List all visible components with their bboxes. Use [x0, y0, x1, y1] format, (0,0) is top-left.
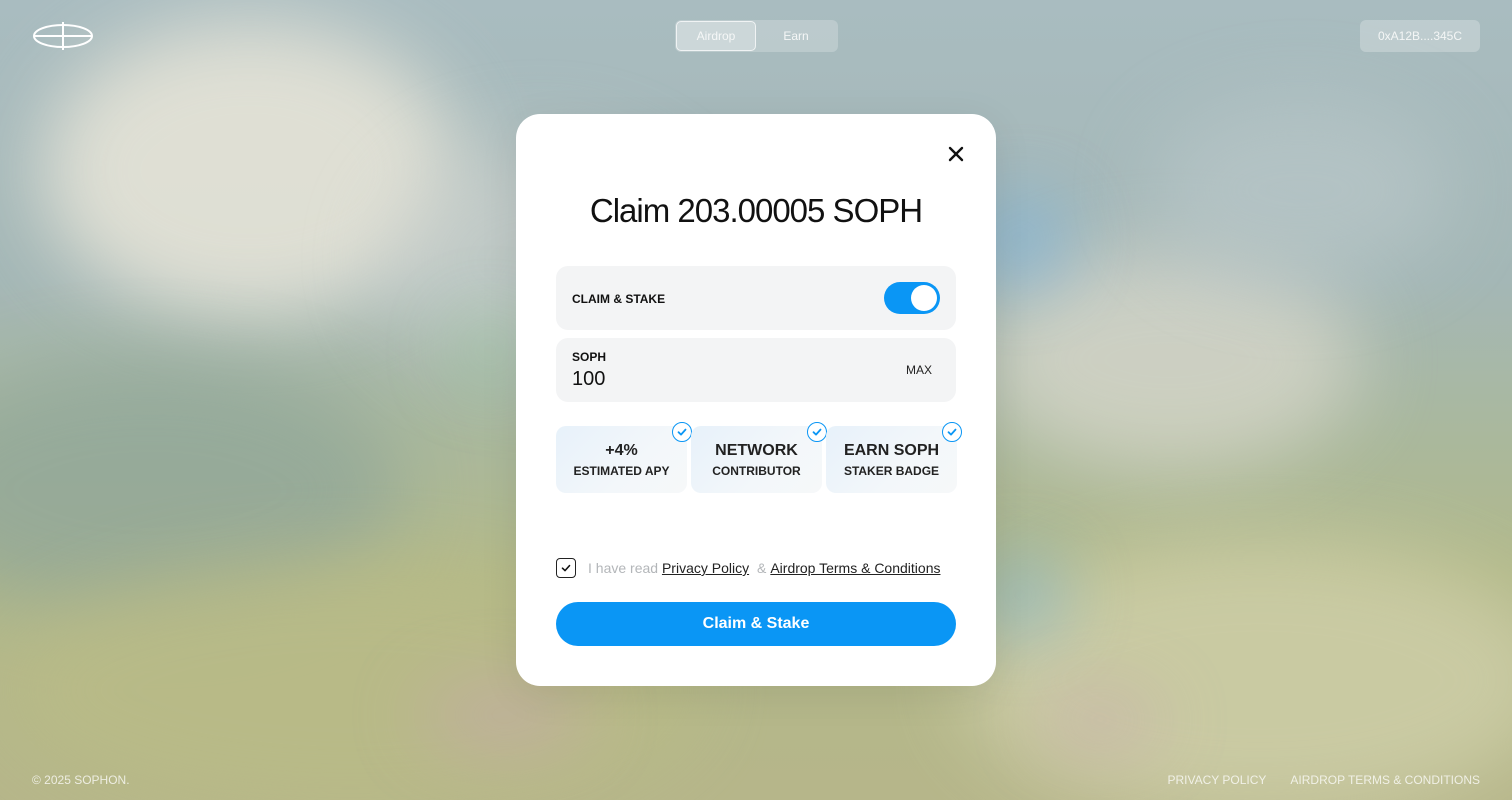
- consent-text: I have read Privacy Policy & Airdrop Term…: [588, 560, 940, 576]
- terms-link[interactable]: Airdrop Terms & Conditions: [770, 560, 940, 576]
- consent-separator: &: [756, 560, 767, 576]
- claim-modal: Claim 203.00005 SOPH CLAIM & STAKE SOPH …: [516, 114, 996, 686]
- copyright: © 2025 SOPHON.: [32, 773, 130, 787]
- tab-earn[interactable]: Earn: [756, 21, 836, 51]
- check-circle-icon: [942, 422, 962, 442]
- claim-stake-label: CLAIM & STAKE: [572, 292, 666, 306]
- footer-terms-link[interactable]: AIRDROP TERMS & CONDITIONS: [1290, 773, 1480, 787]
- toggle-knob: [911, 285, 937, 311]
- amount-token-label: SOPH: [572, 350, 607, 364]
- consent-checkbox[interactable]: [556, 558, 576, 578]
- check-circle-icon: [672, 422, 692, 442]
- consent-prefix: I have read: [588, 560, 659, 576]
- sophon-logo-icon[interactable]: [32, 20, 94, 52]
- amount-row: SOPH 100 MAX: [556, 338, 956, 402]
- benefit-value: NETWORK: [715, 442, 798, 459]
- benefit-value: EARN SOPH: [843, 442, 940, 459]
- benefit-label: ESTIMATED APY: [573, 464, 670, 478]
- modal-title: Claim 203.00005 SOPH: [589, 192, 923, 229]
- main-nav: Airdrop Earn: [675, 20, 838, 52]
- claim-stake-toggle[interactable]: [884, 282, 940, 314]
- benefit-value: +4%: [605, 442, 638, 459]
- wallet-address-button[interactable]: 0xA12B....345C: [1360, 20, 1480, 52]
- max-button[interactable]: MAX: [906, 363, 932, 377]
- footer-privacy-link[interactable]: PRIVACY POLICY: [1167, 773, 1266, 787]
- benefit-label: STAKER BADGE: [843, 464, 940, 478]
- claim-stake-row: CLAIM & STAKE: [556, 266, 956, 330]
- benefit-cards: +4% ESTIMATED APY NETWORK CONTRIBUTOR EA…: [556, 422, 962, 494]
- checkmark-icon: [561, 564, 571, 572]
- consent-row: I have read Privacy Policy & Airdrop Term…: [556, 558, 940, 578]
- privacy-policy-link[interactable]: Privacy Policy: [662, 560, 749, 576]
- tab-airdrop[interactable]: Airdrop: [676, 21, 756, 51]
- benefit-label: CONTRIBUTOR: [712, 464, 801, 478]
- check-circle-icon: [807, 422, 827, 442]
- amount-input[interactable]: 100: [572, 368, 605, 391]
- close-icon[interactable]: [946, 144, 966, 164]
- benefit-card-badge: EARN SOPH STAKER BADGE: [826, 422, 962, 493]
- claim-stake-button[interactable]: Claim & Stake: [556, 602, 956, 646]
- benefit-card-network: NETWORK CONTRIBUTOR: [691, 422, 827, 493]
- footer-links: PRIVACY POLICY AIRDROP TERMS & CONDITION…: [1167, 773, 1480, 787]
- benefit-card-apy: +4% ESTIMATED APY: [556, 422, 692, 493]
